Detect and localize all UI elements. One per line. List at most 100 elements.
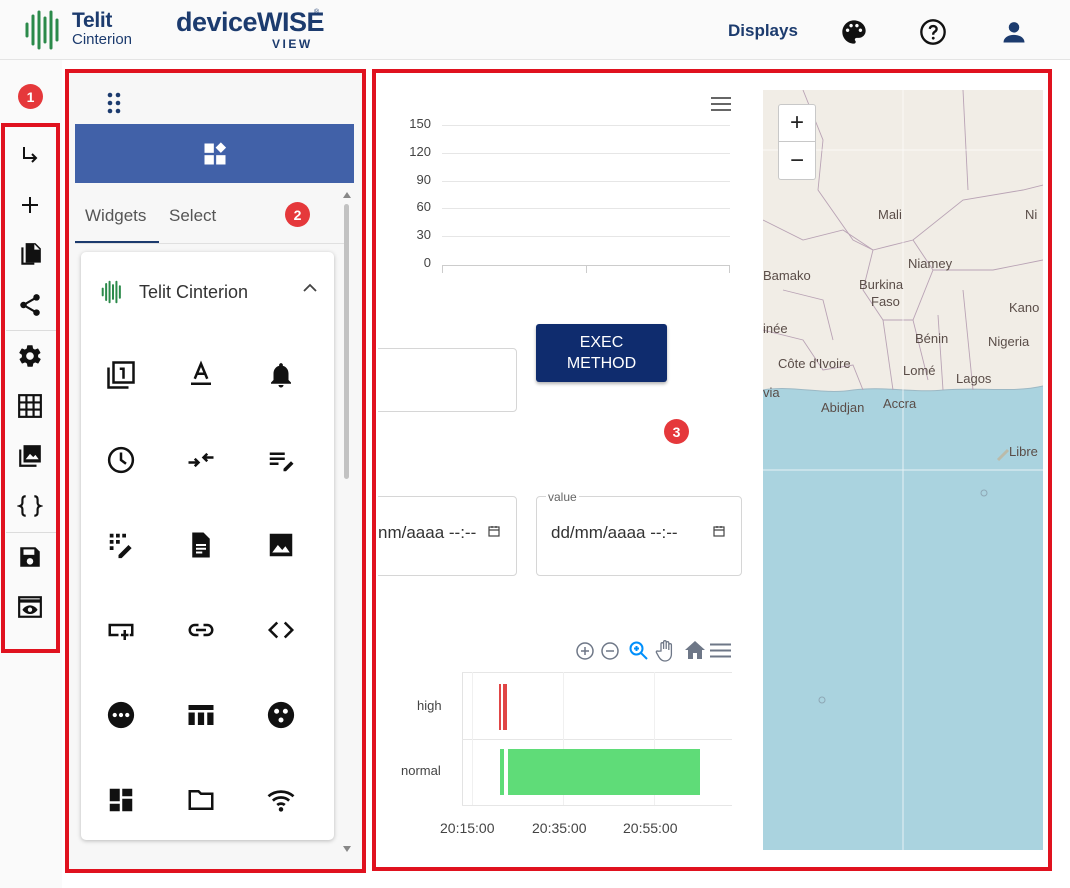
- y-tick: 30: [416, 227, 431, 242]
- x-tick-label: 20:15:00: [440, 820, 495, 836]
- text-format-icon[interactable]: [184, 358, 218, 392]
- exec-method-label: EXEC METHOD: [566, 334, 637, 372]
- x-tick-label: 20:35:00: [532, 820, 587, 836]
- widgets-panel-header[interactable]: [75, 124, 354, 183]
- code-braces-icon[interactable]: [14, 490, 46, 522]
- settings-icon[interactable]: [14, 340, 46, 372]
- timeline-bar-normal[interactable]: [500, 749, 504, 795]
- share-icon[interactable]: [14, 289, 46, 321]
- map-place-label: Côte d'Ivoire: [778, 356, 851, 371]
- dialpad-edit-icon[interactable]: [104, 528, 138, 562]
- preview-icon[interactable]: [14, 591, 46, 623]
- scroll-up-icon[interactable]: [343, 192, 351, 198]
- zoom-out-icon[interactable]: [600, 641, 620, 661]
- map-place-label: Bamako: [763, 268, 811, 283]
- map-place-label: Faso: [871, 294, 900, 309]
- clock-icon[interactable]: [104, 443, 138, 477]
- x-tick-mark: [729, 265, 730, 273]
- x-tick-label: 20:55:00: [623, 820, 678, 836]
- product-name: deviceWISE: [176, 7, 325, 37]
- panel-scrollbar[interactable]: [344, 204, 349, 479]
- widget-group-title: Telit Cinterion: [139, 282, 249, 302]
- x-tick-mark: [586, 265, 587, 273]
- map-place-label: Ni: [1025, 207, 1038, 222]
- menu-icon[interactable]: [710, 643, 731, 658]
- grid-line: [442, 153, 730, 154]
- x-tick-mark: [442, 265, 443, 273]
- subdirectory-arrow-icon[interactable]: [14, 140, 46, 172]
- y-tick: 60: [416, 199, 431, 214]
- y-tick: 120: [409, 144, 431, 159]
- document-icon[interactable]: [184, 528, 218, 562]
- code-icon[interactable]: [264, 613, 298, 647]
- y-tick: 0: [423, 255, 431, 270]
- scroll-down-icon[interactable]: [343, 846, 351, 852]
- map-place-label: Libre: [1009, 444, 1038, 459]
- brand-name: Telit: [72, 9, 113, 32]
- compare-arrows-icon[interactable]: [184, 443, 218, 477]
- map-place-label: Lomé: [903, 363, 936, 378]
- datetime-field-1-value: nm/aaaa --:--: [378, 523, 477, 542]
- image-icon[interactable]: [264, 528, 298, 562]
- map-place-label: via: [763, 385, 780, 400]
- display-canvas: 150 120 90 60 30 0 EXEC METHOD nm/aaaa -…: [378, 75, 1046, 867]
- calendar-icon[interactable]: [713, 525, 725, 537]
- timeline-bar-high[interactable]: [503, 684, 507, 730]
- bell-icon[interactable]: [264, 358, 298, 392]
- counter-icon[interactable]: [104, 358, 138, 392]
- more-circle-icon[interactable]: [104, 698, 138, 732]
- save-icon[interactable]: [14, 541, 46, 573]
- tab-select[interactable]: Select: [169, 206, 216, 226]
- timeline-bar-normal[interactable]: [508, 749, 700, 795]
- widgets-icon: [204, 141, 226, 164]
- map-place-label: Lagos: [956, 371, 992, 386]
- nav-displays-link[interactable]: Displays: [728, 21, 798, 41]
- brand-subname: Cinterion: [72, 31, 133, 48]
- map-place-label: Mali: [878, 207, 902, 222]
- home-icon[interactable]: [684, 640, 706, 660]
- timeline-category-label: high: [417, 698, 442, 713]
- map-place-label: Burkina: [859, 277, 904, 292]
- copy-icon[interactable]: [14, 239, 46, 271]
- account-icon[interactable]: [1000, 18, 1028, 46]
- drag-handle-icon[interactable]: [107, 92, 121, 114]
- timeline-bar-high[interactable]: [499, 684, 501, 730]
- scatter-dots-icon[interactable]: [264, 698, 298, 732]
- y-tick: 90: [416, 172, 431, 187]
- zoom-in-icon[interactable]: [575, 641, 595, 661]
- palette-icon[interactable]: [840, 18, 868, 46]
- dashboard-icon[interactable]: [104, 783, 138, 817]
- wifi-icon[interactable]: [264, 783, 298, 817]
- grid-line: [442, 125, 730, 126]
- grid-line: [442, 181, 730, 182]
- map-place-label: Bénin: [915, 331, 949, 346]
- map-zoom-out-button[interactable]: −: [778, 142, 816, 180]
- exec-method-button[interactable]: EXEC METHOD: [536, 324, 667, 382]
- input-field[interactable]: [378, 348, 517, 412]
- map-zoom-in-button[interactable]: +: [778, 104, 816, 142]
- image-icon[interactable]: [14, 440, 46, 472]
- timeline-category-label: normal: [401, 763, 441, 778]
- edit-note-icon[interactable]: [264, 443, 298, 477]
- map-widget[interactable]: Mali Ni Niamey Bamako Burkina Faso Kano …: [763, 90, 1043, 850]
- toolbar-divider: [6, 330, 56, 331]
- help-icon[interactable]: [919, 18, 947, 46]
- grid-icon[interactable]: [14, 390, 46, 422]
- input-icon[interactable]: [104, 613, 138, 647]
- link-icon[interactable]: [184, 613, 218, 647]
- chevron-up-icon[interactable]: [302, 280, 318, 296]
- chart-menu-icon[interactable]: [711, 97, 731, 111]
- product-registered-mark: ®: [314, 9, 320, 16]
- tab-widgets[interactable]: Widgets: [85, 206, 146, 226]
- folder-icon[interactable]: [184, 783, 218, 817]
- map-place-label: Niamey: [908, 256, 953, 271]
- grid-line: [462, 805, 732, 806]
- zoom-select-icon[interactable]: [628, 640, 649, 661]
- table-icon[interactable]: [184, 698, 218, 732]
- add-icon[interactable]: [14, 189, 46, 221]
- pan-icon[interactable]: [655, 639, 677, 662]
- toolbar-divider: [6, 532, 56, 533]
- calendar-icon[interactable]: [488, 525, 500, 537]
- grid-line-v: [472, 672, 473, 805]
- callout-badge-1: 1: [18, 84, 43, 109]
